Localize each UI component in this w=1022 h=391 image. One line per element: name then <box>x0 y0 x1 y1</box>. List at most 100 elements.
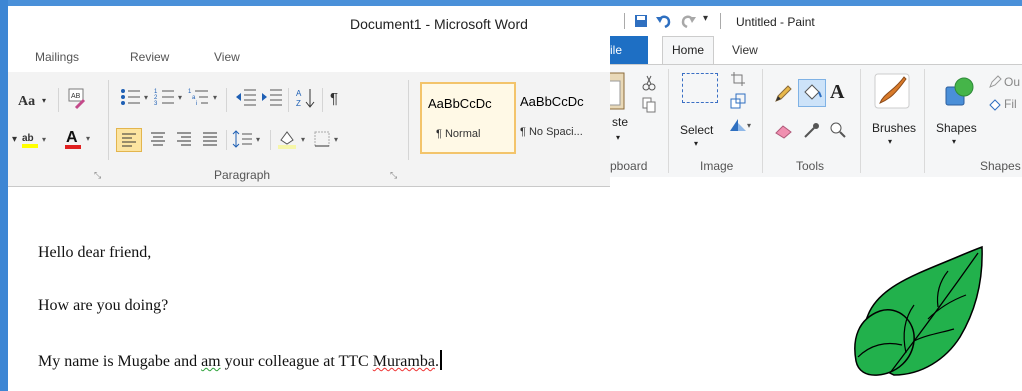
word-window-title: Document1 - Microsoft Word <box>350 16 528 32</box>
style-name: ¶ No Spaci... <box>520 126 583 138</box>
select-button-label[interactable]: Select <box>680 123 713 137</box>
document-line[interactable]: Hello dear friend, <box>38 244 151 262</box>
tab-home[interactable]: Home <box>662 36 714 64</box>
brushes-button-label[interactable]: Brushes <box>872 121 916 135</box>
svg-text:▾: ▾ <box>86 134 90 143</box>
document-line[interactable]: How are you doing? <box>38 297 168 315</box>
paste-icon[interactable] <box>610 71 626 113</box>
paint-ribbon-tabs: ile Home View <box>610 36 1022 64</box>
group-divider <box>860 69 861 173</box>
svg-text:▾: ▾ <box>213 93 217 102</box>
magnifier-icon[interactable] <box>828 121 848 139</box>
text-run: your colleague at TTC <box>220 353 373 370</box>
style-sample-text: AaBbCcDc <box>428 96 492 111</box>
show-formatting-marks-icon[interactable]: ¶ <box>330 90 338 107</box>
numbering-icon[interactable]: 1 2 3 ▾ <box>154 86 188 110</box>
text-run: . <box>434 353 439 370</box>
shapes-button-label[interactable]: Shapes <box>936 121 977 135</box>
group-divider <box>668 69 669 173</box>
tab-view[interactable]: View <box>732 43 758 57</box>
font-group-launcher-icon[interactable]: ⤡ <box>94 170 101 181</box>
save-icon[interactable] <box>634 14 648 28</box>
align-center-icon[interactable] <box>146 128 170 150</box>
resize-icon[interactable] <box>730 93 746 109</box>
paint-canvas[interactable] <box>610 177 1022 391</box>
style-normal[interactable]: AaBbCcDc ¶ Normal <box>420 82 516 154</box>
spelling-error-word[interactable]: Muramba <box>373 353 435 370</box>
line-spacing-icon[interactable]: ▾ <box>232 128 266 150</box>
chevron-down-icon[interactable]: ▾ <box>888 137 892 146</box>
decrease-indent-icon[interactable] <box>234 86 258 110</box>
tab-view[interactable]: View <box>214 50 240 64</box>
pencil-icon[interactable] <box>774 85 794 103</box>
chevron-down-icon[interactable]: ▾ <box>42 96 46 105</box>
shading-icon[interactable]: ▾ <box>276 128 312 150</box>
svg-text:▾: ▾ <box>256 135 260 144</box>
eraser-icon[interactable] <box>774 123 794 139</box>
select-icon[interactable] <box>682 73 718 103</box>
borders-icon[interactable]: ▾ <box>312 128 346 150</box>
align-left-icon <box>122 133 136 147</box>
chevron-down-icon[interactable]: ▾ <box>694 139 698 148</box>
leaf-drawing <box>854 245 983 376</box>
text-highlight-color-icon[interactable]: ▾ ab ▾ <box>12 128 54 152</box>
text-run: My name is Mugabe and <box>38 353 202 370</box>
svg-text:i: i <box>196 101 197 107</box>
color-picker-icon[interactable] <box>802 121 822 139</box>
text-tool-icon[interactable]: A <box>830 81 844 104</box>
divider <box>270 130 271 150</box>
bullets-icon[interactable]: ▾ <box>120 86 154 110</box>
fill-button-label[interactable]: Fil <box>1004 97 1017 111</box>
svg-text:▾: ▾ <box>334 135 338 144</box>
tab-review[interactable]: Review <box>130 50 169 64</box>
cut-icon[interactable] <box>642 75 656 91</box>
svg-text:▾: ▾ <box>12 134 17 145</box>
group-divider <box>762 69 763 173</box>
align-right-icon[interactable] <box>172 128 196 150</box>
multilevel-list-icon[interactable]: 1 a i ▾ <box>188 86 224 110</box>
outline-button-label[interactable]: Ou <box>1004 75 1020 89</box>
fill-bucket-icon <box>804 84 822 100</box>
divider <box>226 130 227 150</box>
chevron-down-icon[interactable]: ▾ <box>616 133 620 142</box>
style-sample-text: AaBbCcDc <box>520 94 584 109</box>
clear-formatting-icon[interactable]: AB <box>66 86 88 110</box>
chevron-down-icon[interactable]: ▾ <box>952 137 956 146</box>
group-divider <box>108 80 109 160</box>
document-line[interactable]: My name is Mugabe and am your colleague … <box>38 350 442 371</box>
svg-text:▾: ▾ <box>144 93 148 102</box>
fill-tool-button[interactable] <box>798 79 826 107</box>
crop-icon[interactable] <box>730 71 746 87</box>
rotate-icon[interactable]: ▾ <box>728 117 752 133</box>
grammar-error-word[interactable]: am <box>201 353 221 370</box>
shapes-icon[interactable] <box>942 75 976 107</box>
change-case-button[interactable]: Aa <box>18 94 35 110</box>
increase-indent-icon[interactable] <box>260 86 284 110</box>
tools-group-label: Tools <box>796 159 825 173</box>
style-no-spacing[interactable]: AaBbCcDc ¶ No Spaci... <box>514 82 606 150</box>
copy-icon[interactable] <box>642 97 656 113</box>
tab-mailings[interactable]: Mailings <box>35 50 79 64</box>
customize-quick-access-icon[interactable]: ▾ <box>703 13 708 24</box>
group-divider <box>408 80 409 160</box>
svg-text:3: 3 <box>154 101 158 107</box>
svg-text:A: A <box>296 89 302 98</box>
tab-file[interactable]: ile <box>610 36 648 64</box>
paste-button-label[interactable]: ste <box>612 115 628 129</box>
svg-text:▾: ▾ <box>301 135 305 144</box>
shapes-group-label: Shapes <box>980 159 1021 173</box>
image-group-label: Image <box>700 159 734 173</box>
justify-icon[interactable] <box>198 128 222 150</box>
paragraph-group-launcher-icon[interactable]: ⤡ <box>390 170 397 181</box>
redo-icon[interactable] <box>680 14 696 28</box>
svg-text:ab: ab <box>22 133 34 144</box>
sort-icon[interactable]: A Z <box>296 86 318 110</box>
paint-window: ▾ Untitled - Paint ile Home View ste ▾ p… <box>610 6 1022 391</box>
font-color-icon[interactable]: A ▾ <box>64 126 98 152</box>
brush-icon[interactable] <box>874 73 910 109</box>
undo-icon[interactable] <box>656 14 672 28</box>
align-left-button[interactable] <box>116 128 142 152</box>
outline-icon[interactable] <box>988 75 1002 89</box>
fill-icon[interactable] <box>988 97 1002 111</box>
clipboard-group-label: pboard <box>610 159 648 173</box>
